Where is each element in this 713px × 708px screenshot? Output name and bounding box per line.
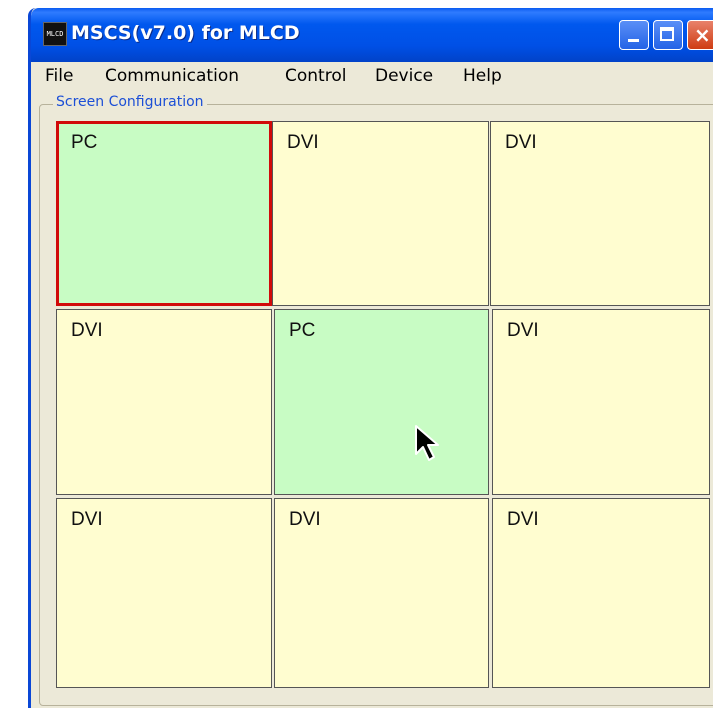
cell-label: PC xyxy=(71,132,98,153)
screen-cell-7[interactable]: DVI xyxy=(56,498,272,688)
cell-label: DVI xyxy=(507,320,539,341)
cell-label: DVI xyxy=(505,132,537,153)
screen-cell-9[interactable]: DVI xyxy=(492,498,710,688)
maximize-button[interactable] xyxy=(653,20,683,50)
screen-cell-5[interactable]: PC xyxy=(274,309,489,495)
close-button[interactable]: × xyxy=(687,20,713,50)
app-icon-text: MLCD xyxy=(46,29,64,38)
screen-cell-1[interactable]: PC xyxy=(56,121,272,306)
minimize-button[interactable] xyxy=(619,20,649,50)
close-icon: × xyxy=(694,23,711,47)
menu-device[interactable]: Device xyxy=(375,66,433,86)
window-title: MSCS(v7.0) for MLCD xyxy=(71,22,300,44)
mouse-pointer-icon xyxy=(415,425,439,461)
menu-bar: File Communication Control Device Help xyxy=(31,62,713,92)
cell-label: PC xyxy=(289,320,316,341)
app-window: MLCD MSCS(v7.0) for MLCD × File Communic… xyxy=(28,8,713,708)
screen-cell-3[interactable]: DVI xyxy=(490,121,710,306)
menu-control[interactable]: Control xyxy=(285,66,346,86)
title-bar[interactable]: MLCD MSCS(v7.0) for MLCD × xyxy=(31,8,713,62)
menu-help[interactable]: Help xyxy=(463,66,502,86)
screen-cell-8[interactable]: DVI xyxy=(274,498,489,688)
mlcd-app-icon[interactable]: MLCD xyxy=(43,22,67,46)
group-label: Screen Configuration xyxy=(53,94,207,110)
menu-file[interactable]: File xyxy=(45,66,73,86)
screen-cell-4[interactable]: DVI xyxy=(56,309,272,495)
cell-label: DVI xyxy=(289,509,321,530)
cell-label: DVI xyxy=(71,509,103,530)
screen-cell-6[interactable]: DVI xyxy=(492,309,710,495)
screen-cell-2[interactable]: DVI xyxy=(272,121,489,306)
cell-label: DVI xyxy=(71,320,103,341)
menu-communication[interactable]: Communication xyxy=(105,66,239,86)
cell-label: DVI xyxy=(507,509,539,530)
cell-label: DVI xyxy=(287,132,319,153)
